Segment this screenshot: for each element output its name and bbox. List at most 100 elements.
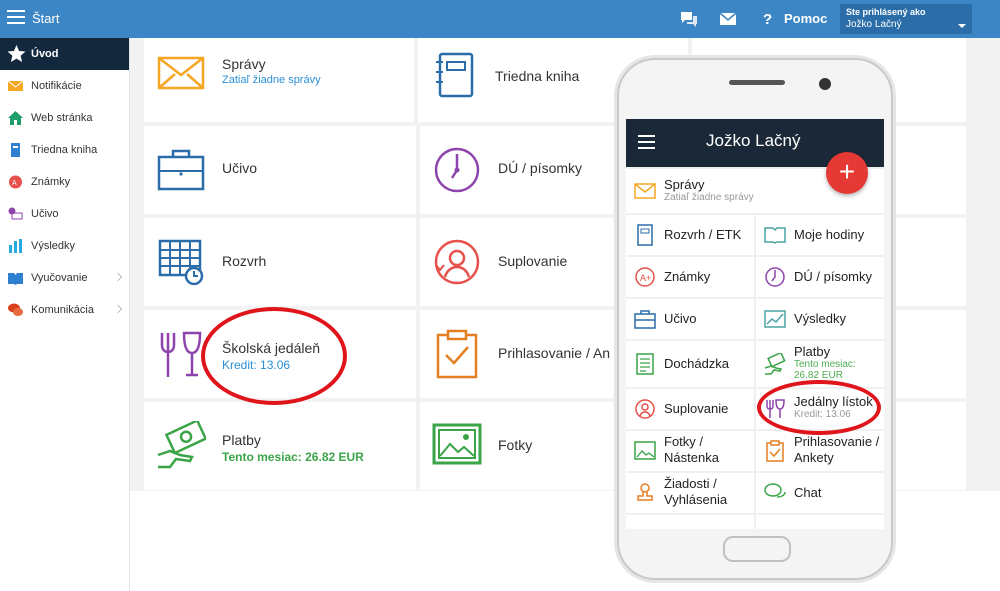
tile-title: Suplovanie <box>498 253 568 269</box>
sidebar-item-ucivo[interactable]: Učivo <box>0 198 129 230</box>
tile-title: Fotky <box>498 437 533 453</box>
sidebar-item-web[interactable]: Web stránka <box>0 102 129 134</box>
clipboard-check-icon <box>766 440 784 462</box>
tile-title: Platby <box>794 344 831 359</box>
tile-title: Rozvrh <box>222 253 267 269</box>
phone-tile-prihlasovanie[interactable]: Prihlasovanie / Ankety <box>756 431 884 471</box>
user-name: Jožko Lačný <box>846 19 902 30</box>
sidebar: Úvod Notifikácie Web stránka Triedna kni… <box>0 38 130 591</box>
tile-title: Správy <box>222 56 266 72</box>
money-hand-icon <box>764 353 786 375</box>
home-icon <box>8 111 23 125</box>
open-book-icon <box>764 227 786 244</box>
tile-title: Triedna kniha <box>495 68 580 84</box>
sidebar-item-komunikacia[interactable]: Komunikácia <box>0 294 129 326</box>
clipboard-check-icon <box>436 329 478 379</box>
tile-title: Prihlasovanie / Ankety <box>794 434 880 465</box>
mail-icon[interactable] <box>718 9 738 29</box>
add-button[interactable]: + <box>826 152 868 194</box>
help-link[interactable]: Pomoc <box>784 11 827 26</box>
sidebar-item-label: Triedna kniha <box>31 144 98 156</box>
phone-screen: Jožko Lačný Správy Zatiaľ žiadne správy … <box>626 119 884 529</box>
sidebar-item-label: Web stránka <box>31 112 93 124</box>
caret-down-icon <box>958 24 966 28</box>
sidebar-item-uvod[interactable]: Úvod <box>0 38 129 70</box>
phone-tile-fotky[interactable]: Fotky / Nástenka <box>626 431 754 471</box>
phone-tile-suplovanie[interactable]: Suplovanie <box>626 389 754 429</box>
phone-tile-ziadosti[interactable]: Žiadosti / Vyhlásenia <box>626 473 754 513</box>
phone-home-button[interactable] <box>723 536 791 562</box>
svg-text:?: ? <box>763 11 772 27</box>
svg-text:A+: A+ <box>640 273 651 283</box>
hamburger-menu-icon[interactable] <box>7 10 25 24</box>
tile-title: Chat <box>794 485 822 500</box>
person-swap-icon <box>434 239 480 285</box>
money-hand-icon <box>157 421 206 469</box>
tile-title: Prihlasovanie / An <box>498 345 611 361</box>
tile-platby[interactable]: Platby Tento mesiac: 26.82 EUR <box>144 402 416 490</box>
envelope-icon <box>8 80 23 91</box>
tile-title: Správy <box>664 177 705 192</box>
tile-title: Učivo <box>664 311 697 326</box>
phone-tile-vysledky[interactable]: Výsledky <box>756 299 884 339</box>
grade-icon: A <box>9 175 22 189</box>
phone-tile-znamky[interactable]: A+ Známky <box>626 257 754 297</box>
phone-tile-chat[interactable]: Chat <box>756 473 884 513</box>
sidebar-item-label: Učivo <box>31 208 59 220</box>
sidebar-item-triedna-kniha[interactable]: Triedna kniha <box>0 134 129 166</box>
clock-icon <box>434 147 480 193</box>
phone-tile-moje-hodiny[interactable]: Moje hodiny <box>756 215 884 255</box>
highlight-circle <box>757 380 881 435</box>
tile-title: Platby <box>222 432 261 448</box>
sidebar-item-label: Vyučovanie <box>31 272 88 284</box>
briefcase-icon <box>157 149 205 191</box>
sidebar-item-vysledky[interactable]: Výsledky <box>0 230 129 262</box>
highlight-circle <box>201 307 347 405</box>
phone-tile-dochadzka[interactable]: Dochádzka <box>626 341 754 387</box>
sidebar-item-notifikacie[interactable]: Notifikácie <box>0 70 129 102</box>
phone-tile-rozvrh[interactable]: Rozvrh / ETK <box>626 215 754 255</box>
tile-title: DÚ / písomky <box>498 160 583 176</box>
tile-title: DÚ / písomky <box>794 269 873 284</box>
bar-chart-icon <box>9 239 22 253</box>
tile-title: Suplovanie <box>664 401 729 416</box>
phone-tile-partial-2[interactable] <box>756 515 884 529</box>
envelope-icon <box>634 183 656 199</box>
picture-icon <box>432 423 482 465</box>
phone-tile-partial[interactable] <box>626 515 754 529</box>
person-swap-icon <box>635 399 655 419</box>
sidebar-item-vyucovanie[interactable]: Vyučovanie <box>0 262 129 294</box>
tile-subtitle: Zatiaľ žiadne správy <box>222 74 321 86</box>
phone-mockup: Jožko Lačný Správy Zatiaľ žiadne správy … <box>617 58 893 580</box>
hamburger-menu-icon[interactable] <box>638 135 655 153</box>
phone-tile-ucivo[interactable]: Učivo <box>626 299 754 339</box>
grade-icon: A+ <box>635 267 655 287</box>
phone-tile-du[interactable]: DÚ / písomky <box>756 257 884 297</box>
stamp-icon <box>637 483 653 501</box>
fork-glass-icon <box>160 331 202 377</box>
chat-icon <box>764 483 786 498</box>
chevron-right-icon <box>113 304 123 314</box>
tile-title: Výsledky <box>794 311 847 326</box>
page-title: Štart <box>32 11 60 26</box>
sidebar-item-label: Úvod <box>31 48 59 60</box>
sidebar-item-znamky[interactable]: A Známky <box>0 166 129 198</box>
tile-title: Dochádzka <box>664 356 730 371</box>
user-caption: Ste prihlásený ako <box>846 7 926 17</box>
tile-subtitle: Tento mesiac: 26.82 EUR <box>222 450 364 464</box>
briefcase-icon <box>634 310 656 329</box>
phone-speaker <box>729 80 785 85</box>
tile-rozvrh[interactable]: Rozvrh <box>144 218 416 306</box>
tile-spravy[interactable]: Správy Zatiaľ žiadne správy <box>144 38 414 122</box>
notebook-icon <box>436 52 474 98</box>
calendar-grid-icon <box>158 239 204 286</box>
tile-title: Fotky / Nástenka <box>664 434 719 465</box>
envelope-icon <box>157 56 205 90</box>
tile-subtitle: Zatiaľ žiadne správy <box>664 192 754 203</box>
question-icon[interactable]: ? <box>762 11 774 27</box>
picture-icon <box>634 441 656 460</box>
tile-ucivo[interactable]: Učivo <box>144 126 416 214</box>
user-dropdown[interactable]: Ste prihlásený ako Jožko Lačný <box>840 4 972 34</box>
top-bar: Štart ? Pomoc Ste prihlásený ako Jožko L… <box>0 0 1000 38</box>
chat-icon[interactable] <box>679 9 699 29</box>
